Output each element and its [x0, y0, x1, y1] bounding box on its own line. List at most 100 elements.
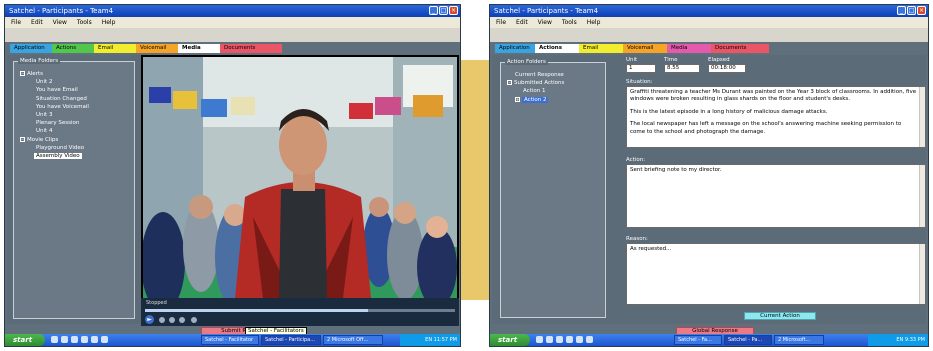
volume-icon[interactable] — [191, 317, 197, 323]
tree-item[interactable]: Unit 2 — [20, 78, 89, 86]
tree-item-current-response[interactable]: Current Response — [507, 71, 564, 79]
menu-help[interactable]: Help — [102, 17, 116, 28]
close-icon[interactable]: × — [449, 6, 458, 15]
menu-view[interactable]: View — [53, 17, 67, 28]
tab-documents[interactable]: Documents — [711, 44, 769, 53]
expand-icon[interactable]: + — [515, 96, 520, 102]
media-panel: Media Folders − Alerts Unit 2 You have Em… — [7, 55, 459, 326]
maximize-icon[interactable]: □ — [907, 6, 916, 15]
elapsed-field[interactable]: 00:18:00 — [708, 64, 746, 73]
tree-item[interactable]: Playground Video — [20, 144, 89, 152]
tab-voicemail[interactable]: Voicemail — [623, 44, 667, 53]
situation-paragraph: The local newspaper has left a message o… — [630, 121, 902, 135]
tree-folder-alerts[interactable]: − Alerts — [20, 70, 89, 78]
maximize-icon[interactable]: □ — [439, 6, 448, 15]
tab-application[interactable]: Application — [10, 44, 52, 53]
window-title: Satchel - Participants - Team4 — [494, 7, 599, 15]
collapse-icon[interactable]: − — [20, 71, 25, 76]
quicklaunch-icon[interactable] — [546, 336, 553, 343]
minimize-icon[interactable]: _ — [897, 6, 906, 15]
elapsed-label: Elapsed — [708, 57, 730, 63]
taskbar-item[interactable]: 2 Microsoft... — [774, 335, 824, 345]
time-field[interactable]: 8.55 — [664, 64, 700, 73]
tree-item[interactable]: You have Email — [20, 86, 89, 94]
tree-folder-submitted[interactable]: − Submitted Actions — [507, 79, 564, 87]
next-icon[interactable] — [179, 317, 185, 323]
tree-item[interactable]: Unit 4 — [20, 127, 89, 135]
scrollbar[interactable] — [919, 165, 925, 227]
satchel-window-actions: Satchel - Participants - Team4 _ □ × Fil… — [489, 4, 929, 347]
quicklaunch-icon[interactable] — [566, 336, 573, 343]
reason-text: As requested... — [630, 246, 672, 252]
reason-textarea[interactable]: As requested... — [626, 243, 926, 305]
taskbar-item[interactable]: Satchel - Participa... — [261, 335, 321, 345]
minimize-icon[interactable]: _ — [429, 6, 438, 15]
tree-item[interactable]: Unit 3 — [20, 111, 89, 119]
tab-email[interactable]: Email — [94, 44, 136, 53]
menu-edit[interactable]: Edit — [31, 17, 43, 28]
menu-tools[interactable]: Tools — [77, 17, 92, 28]
windows-taskbar: start Satchel - Fa... Satchel - Pa... 2 … — [490, 334, 928, 346]
quicklaunch-icon[interactable] — [51, 336, 58, 343]
action-textarea[interactable]: Sent briefing note to my director. — [626, 164, 926, 228]
scrollbar[interactable] — [919, 87, 925, 147]
menu-file[interactable]: File — [11, 17, 21, 28]
quicklaunch-icon[interactable] — [586, 336, 593, 343]
previous-icon[interactable] — [169, 317, 175, 323]
taskbar-item[interactable]: Satchel - Fa... — [674, 335, 722, 345]
menu-help[interactable]: Help — [587, 17, 601, 28]
video-player: Stopped ► — [141, 55, 459, 326]
tab-application[interactable]: Application — [495, 44, 535, 53]
tab-media[interactable]: Media — [178, 44, 220, 53]
menu-tools[interactable]: Tools — [562, 17, 577, 28]
situation-textarea[interactable]: Graffiti threatening a teacher Ms Durant… — [626, 86, 926, 148]
seek-progress — [145, 309, 369, 312]
quicklaunch-icon[interactable] — [101, 336, 108, 343]
tree-folder-movie-clips[interactable]: − Movie Clips — [20, 136, 89, 144]
panel-caption: Media Folders — [18, 58, 61, 64]
tab-actions[interactable]: Actions — [535, 44, 579, 53]
menu-bar: File Edit View Tools Help — [490, 17, 928, 28]
tab-media[interactable]: Media — [667, 44, 711, 53]
play-icon[interactable]: ► — [145, 315, 154, 324]
tree-item[interactable]: You have Voicemail — [20, 103, 89, 111]
tab-actions[interactable]: Actions — [52, 44, 94, 53]
action-label: Action: — [626, 157, 646, 163]
unit-field[interactable]: 1 — [626, 64, 656, 73]
quicklaunch-icon[interactable] — [536, 336, 543, 343]
actions-panel: Action Folders Current Response − Submitt… — [492, 55, 926, 324]
actions-tree: Current Response − Submitted Actions Acti… — [507, 71, 564, 104]
collapse-icon[interactable]: − — [507, 80, 512, 86]
start-button[interactable]: start — [490, 334, 530, 346]
start-button[interactable]: start — [5, 334, 45, 346]
taskbar-item[interactable]: Satchel - Facilitator — [201, 335, 259, 345]
quicklaunch-icon[interactable] — [61, 336, 68, 343]
quicklaunch-icon[interactable] — [91, 336, 98, 343]
current-action-button[interactable]: Current Action — [744, 312, 816, 320]
quicklaunch-icon[interactable] — [556, 336, 563, 343]
window-title: Satchel - Participants - Team4 — [9, 7, 114, 15]
menu-view[interactable]: View — [538, 17, 552, 28]
quicklaunch-icon[interactable] — [576, 336, 583, 343]
tree-item[interactable]: Plenary Session — [20, 119, 89, 127]
tab-voicemail[interactable]: Voicemail — [136, 44, 178, 53]
tree-item-selected[interactable]: Assembly Video — [34, 153, 82, 160]
collapse-icon[interactable]: − — [20, 136, 25, 142]
taskbar-item[interactable]: Satchel - Pa... — [724, 335, 772, 345]
tab-documents[interactable]: Documents — [220, 44, 282, 53]
tree-item[interactable]: Action 1 — [507, 87, 564, 95]
quicklaunch-icon[interactable] — [81, 336, 88, 343]
stop-icon[interactable] — [159, 317, 165, 323]
tree-item[interactable]: Situation Changed — [20, 95, 89, 103]
scrollbar[interactable] — [919, 244, 925, 304]
menu-bar: File Edit View Tools Help — [5, 17, 460, 28]
action-text: Sent briefing note to my director. — [630, 167, 722, 173]
close-icon[interactable]: × — [917, 6, 926, 15]
tab-email[interactable]: Email — [579, 44, 623, 53]
menu-file[interactable]: File — [496, 17, 506, 28]
tree-item-selected[interactable]: Action 2 — [522, 96, 549, 103]
seek-bar[interactable] — [145, 309, 455, 312]
taskbar-item[interactable]: 2 Microsoft Off... — [323, 335, 383, 345]
quicklaunch-icon[interactable] — [71, 336, 78, 343]
menu-edit[interactable]: Edit — [516, 17, 528, 28]
